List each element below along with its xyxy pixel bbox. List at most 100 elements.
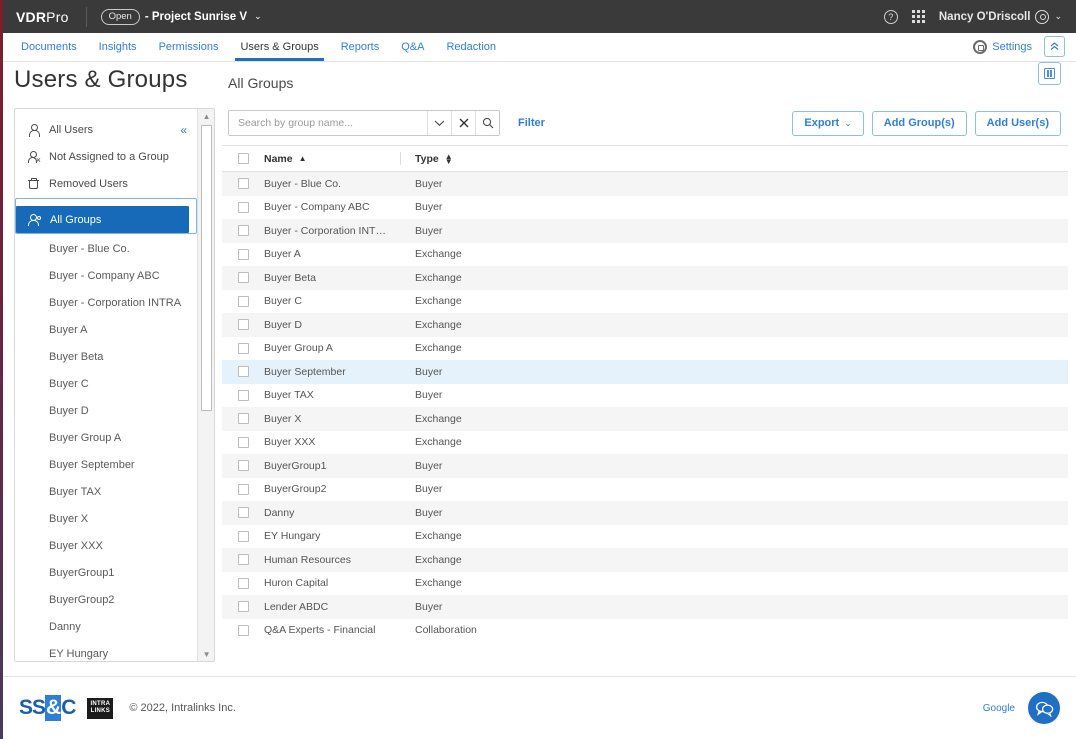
search-history-dropdown-button[interactable] <box>427 111 451 135</box>
collapse-sidebar-icon[interactable]: « <box>180 123 197 137</box>
table-row[interactable]: Buyer - Company ABCBuyer <box>222 196 1068 220</box>
table-row[interactable]: Buyer XXXExchange <box>222 431 1068 455</box>
table-row[interactable]: Buyer TAXBuyer <box>222 384 1068 408</box>
table-row[interactable]: Buyer XExchange <box>222 407 1068 431</box>
table-row[interactable]: Q&A Experts - FinancialCollaboration <box>222 619 1068 643</box>
search-input[interactable] <box>229 111 427 135</box>
sidebar-group-item[interactable]: Danny <box>15 613 197 640</box>
column-settings-button[interactable] <box>1038 62 1061 85</box>
row-checkbox[interactable] <box>238 531 249 542</box>
tab-qa[interactable]: Q&A <box>390 41 435 61</box>
collapse-header-button[interactable] <box>1044 36 1065 57</box>
sidebar-group-item[interactable]: BuyerGroup2 <box>15 586 197 613</box>
row-checkbox[interactable] <box>238 319 249 330</box>
clear-search-button[interactable] <box>451 111 475 135</box>
sidebar-group-item[interactable]: Buyer A <box>15 316 197 343</box>
table-row[interactable]: Buyer BetaExchange <box>222 266 1068 290</box>
row-checkbox[interactable] <box>238 601 249 612</box>
table-row[interactable]: Buyer CExchange <box>222 290 1068 314</box>
table-row[interactable]: Huron CapitalExchange <box>222 572 1068 596</box>
row-checkbox[interactable] <box>238 366 249 377</box>
intralinks-badge-line2: LINKS <box>87 708 113 715</box>
sidebar-group-label: Buyer D <box>49 405 89 417</box>
sidebar-group-item[interactable]: Buyer TAX <box>15 478 197 505</box>
table-row[interactable]: Buyer AExchange <box>222 243 1068 267</box>
sidebar-scrollbar[interactable]: ▲ ▼ <box>197 109 214 661</box>
sidebar-item-removed-users[interactable]: Removed Users <box>15 170 197 197</box>
user-menu[interactable]: Nancy O'Driscoll ⌄ <box>939 10 1062 24</box>
filter-link[interactable]: Filter <box>518 117 545 129</box>
table-row[interactable]: EY HungaryExchange <box>222 525 1068 549</box>
sidebar-item-all-groups[interactable]: All Groups <box>16 206 189 233</box>
help-icon[interactable]: ? <box>884 10 898 24</box>
sidebar-group-item[interactable]: Buyer September <box>15 451 197 478</box>
table-row[interactable]: DannyBuyer <box>222 501 1068 525</box>
row-checkbox[interactable] <box>238 507 249 518</box>
row-checkbox[interactable] <box>238 413 249 424</box>
sidebar-group-item[interactable]: Buyer XXX <box>15 532 197 559</box>
table-row[interactable]: Buyer DExchange <box>222 313 1068 337</box>
tab-users-groups[interactable]: Users & Groups <box>229 41 329 61</box>
tab-reports[interactable]: Reports <box>330 41 391 61</box>
row-checkbox[interactable] <box>238 296 249 307</box>
sidebar-group-item[interactable]: Buyer X <box>15 505 197 532</box>
settings-button[interactable]: Settings <box>973 40 1032 54</box>
row-checkbox[interactable] <box>238 343 249 354</box>
scroll-up-icon[interactable]: ▲ <box>198 109 215 123</box>
row-checkbox[interactable] <box>238 460 249 471</box>
tab-redaction[interactable]: Redaction <box>435 41 507 61</box>
row-checkbox[interactable] <box>238 202 249 213</box>
column-header-name[interactable]: Name ▲ <box>264 153 400 165</box>
tab-insights[interactable]: Insights <box>88 41 148 61</box>
table-row[interactable]: Buyer Group AExchange <box>222 337 1068 361</box>
row-checkbox[interactable] <box>238 578 249 589</box>
chat-support-button[interactable] <box>1028 692 1060 724</box>
sidebar-group-item[interactable]: Buyer C <box>15 370 197 397</box>
export-button[interactable]: Export ⌄ <box>792 111 863 136</box>
sidebar-item-all-users[interactable]: All Users « <box>15 116 197 143</box>
row-checkbox[interactable] <box>238 272 249 283</box>
row-checkbox[interactable] <box>238 625 249 636</box>
cell-name: Buyer XXX <box>264 436 400 448</box>
sidebar-group-item[interactable]: Buyer - Corporation INTRA <box>15 289 197 316</box>
sidebar-group-item[interactable]: EY Hungary <box>15 640 197 662</box>
row-checkbox[interactable] <box>238 178 249 189</box>
row-checkbox[interactable] <box>238 249 249 260</box>
table-row[interactable]: Lender ABDCBuyer <box>222 595 1068 619</box>
add-users-button[interactable]: Add User(s) <box>975 111 1061 136</box>
page-footer: SS&C INTRA LINKS © 2022, Intralinks Inc.… <box>3 676 1076 739</box>
table-row[interactable]: Human ResourcesExchange <box>222 548 1068 572</box>
search-submit-button[interactable] <box>475 111 499 135</box>
select-all-checkbox[interactable] <box>238 153 249 164</box>
table-row[interactable]: BuyerGroup2Buyer <box>222 478 1068 502</box>
google-link[interactable]: Google <box>983 703 1015 714</box>
app-switcher-icon[interactable] <box>912 10 925 23</box>
sidebar-item-not-assigned[interactable]: Not Assigned to a Group <box>15 143 197 170</box>
row-select-cell <box>222 413 264 424</box>
tab-permissions[interactable]: Permissions <box>148 41 230 61</box>
sidebar-group-label: BuyerGroup1 <box>49 567 114 579</box>
app-logo[interactable]: VDRPro <box>0 9 86 25</box>
table-row[interactable]: Buyer - Blue Co.Buyer <box>222 172 1068 196</box>
sidebar-group-item[interactable]: Buyer Group A <box>15 424 197 451</box>
table-row[interactable]: BuyerGroup1Buyer <box>222 454 1068 478</box>
row-checkbox[interactable] <box>238 437 249 448</box>
tab-documents[interactable]: Documents <box>10 41 88 61</box>
add-groups-button[interactable]: Add Group(s) <box>872 111 967 136</box>
sidebar-group-item[interactable]: BuyerGroup1 <box>15 559 197 586</box>
scroll-down-icon[interactable]: ▼ <box>198 647 215 661</box>
sidebar-group-item[interactable]: Buyer - Blue Co. <box>15 235 197 262</box>
table-row[interactable]: Buyer SeptemberBuyer <box>222 360 1068 384</box>
project-selector[interactable]: Open - Project Sunrise V ⌄ <box>87 9 262 25</box>
scrollbar-thumb[interactable] <box>201 125 212 411</box>
cell-type: Buyer <box>415 366 1068 378</box>
row-checkbox[interactable] <box>238 484 249 495</box>
sidebar-group-item[interactable]: Buyer D <box>15 397 197 424</box>
column-header-type[interactable]: Type ▲ ▼ <box>415 153 1068 165</box>
table-row[interactable]: Buyer - Corporation INT…Buyer <box>222 219 1068 243</box>
sidebar-group-item[interactable]: Buyer - Company ABC <box>15 262 197 289</box>
row-checkbox[interactable] <box>238 390 249 401</box>
sidebar-group-item[interactable]: Buyer Beta <box>15 343 197 370</box>
row-checkbox[interactable] <box>238 225 249 236</box>
row-checkbox[interactable] <box>238 554 249 565</box>
